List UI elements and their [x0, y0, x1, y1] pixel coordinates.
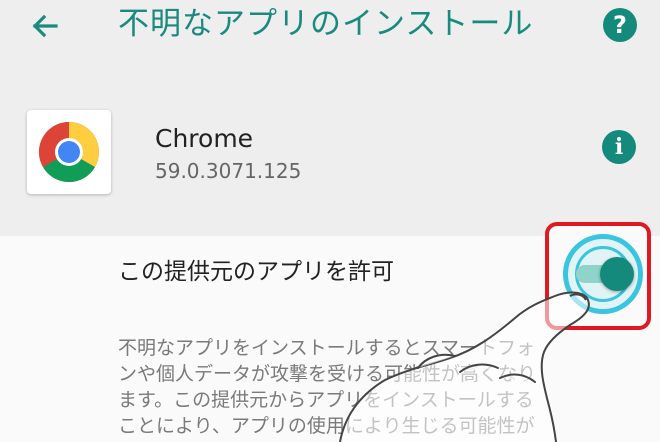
allow-source-label: この提供元のアプリを許可: [118, 259, 394, 285]
back-button[interactable]: [26, 6, 66, 46]
warning-description: 不明なアプリをインストールするとスマートフォ ンや個人データが攻撃を受ける可能性…: [118, 337, 537, 437]
app-name: Chrome: [155, 124, 254, 153]
arrow-back-icon: [32, 14, 58, 38]
allow-toggle-switch[interactable]: [600, 257, 634, 291]
toggle-highlight-box: [545, 222, 651, 330]
info-icon: i: [614, 134, 624, 160]
help-icon: ?: [613, 11, 627, 39]
page-title: 不明なアプリのインストール: [118, 6, 534, 42]
chrome-logo-icon: [38, 121, 100, 183]
app-info-button[interactable]: i: [602, 130, 636, 164]
app-icon: [27, 110, 111, 194]
help-button[interactable]: ?: [603, 8, 637, 42]
app-version: 59.0.3071.125: [155, 159, 302, 183]
